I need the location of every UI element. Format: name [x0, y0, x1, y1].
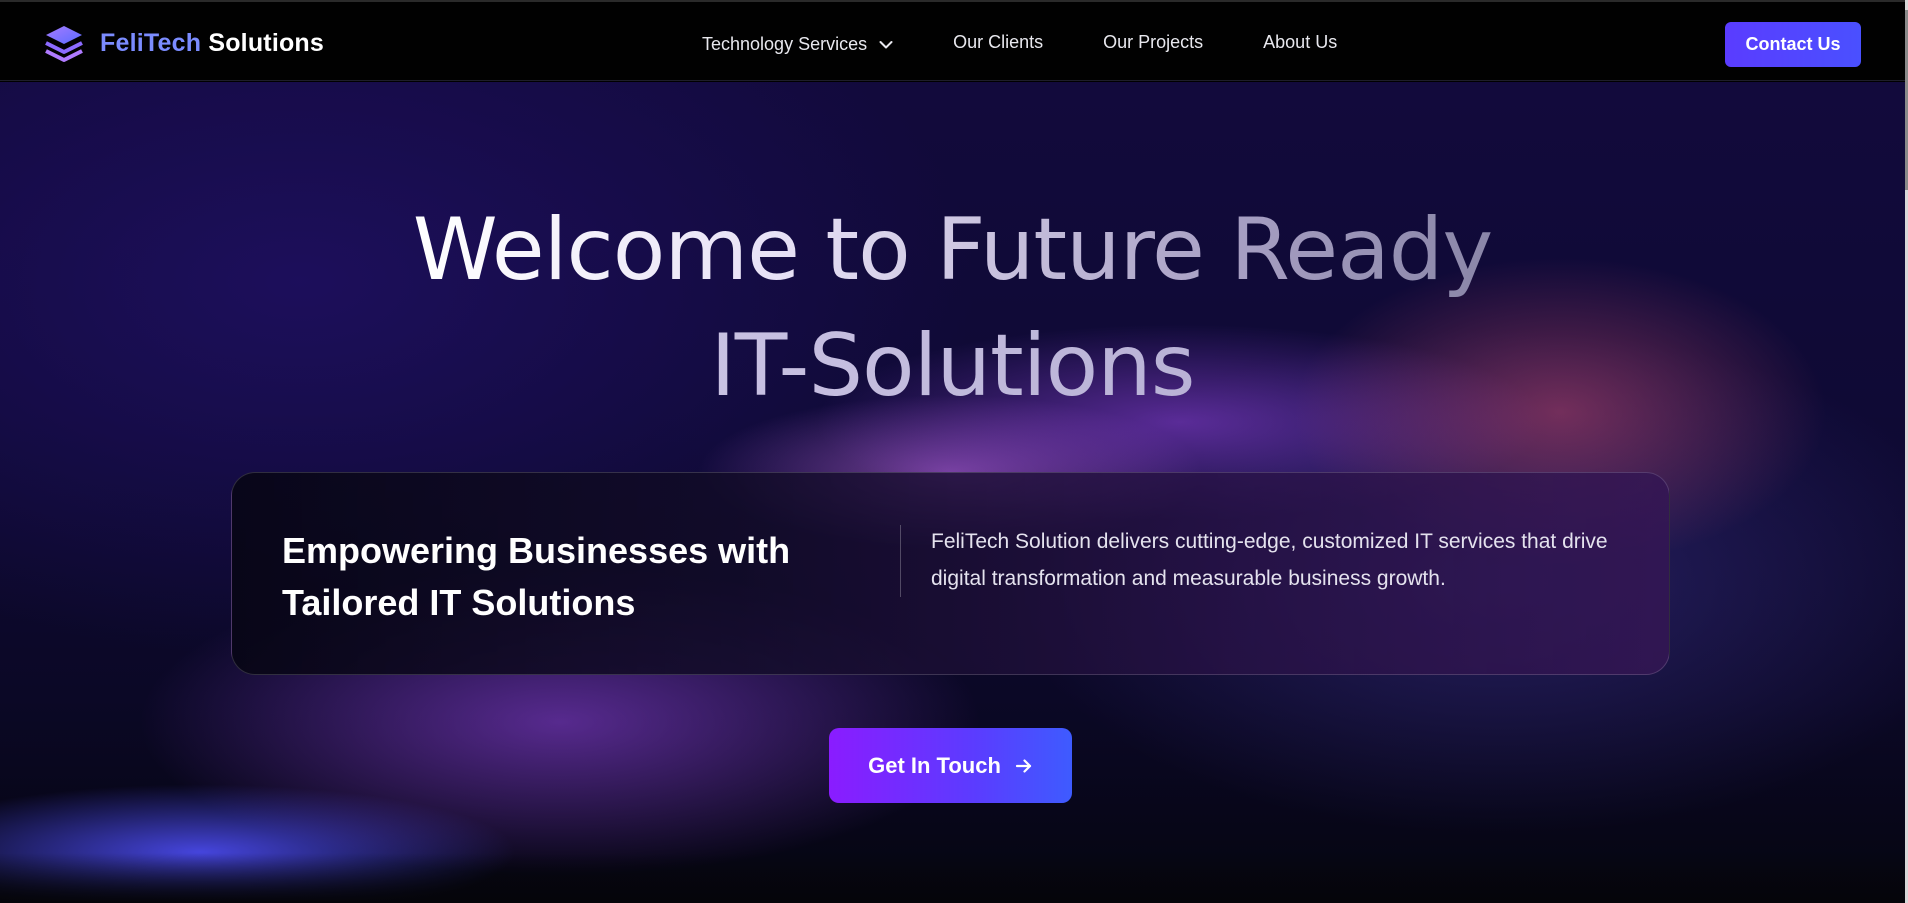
- viewport: FeliTech Solutions Technology Services O…: [0, 0, 1905, 903]
- nav-our-projects[interactable]: Our Projects: [1103, 32, 1203, 53]
- nav-technology-services-label: Technology Services: [702, 34, 868, 54]
- brand-name: FeliTech Solutions: [100, 29, 324, 58]
- nav-technology-services[interactable]: Technology Services: [702, 34, 893, 55]
- get-in-touch-label: Get In Touch: [868, 752, 1001, 778]
- get-in-touch-button[interactable]: Get In Touch: [829, 728, 1072, 803]
- hero-headline: Welcome to Future Ready IT-Solutions: [0, 192, 1905, 424]
- card-divider: [900, 525, 901, 597]
- page: FeliTech Solutions Technology Services O…: [0, 0, 1908, 903]
- hero-headline-line1: Welcome to Future Ready: [413, 192, 1494, 308]
- hero-section: Welcome to Future Ready IT-Solutions Emp…: [0, 82, 1905, 903]
- card-description: FeliTech Solution delivers cutting-edge,…: [931, 530, 1608, 590]
- contact-us-button[interactable]: Contact Us: [1725, 22, 1861, 67]
- nav-about-us[interactable]: About Us: [1263, 32, 1337, 53]
- hero-info-card: Empowering Businesses with Tailored IT S…: [231, 472, 1670, 675]
- hero-headline-line2: IT-Solutions: [710, 308, 1195, 424]
- brand-name-part1: FeliTech: [100, 28, 202, 57]
- card-title: Empowering Businesses with Tailored IT S…: [282, 530, 791, 623]
- main-nav: Technology Services Our Clients Our Proj…: [702, 30, 1337, 55]
- brand-name-part2: Solutions: [208, 28, 325, 57]
- layers-stack-icon: [45, 26, 83, 62]
- nav-our-clients[interactable]: Our Clients: [953, 32, 1043, 53]
- brand-home-link[interactable]: FeliTech Solutions: [44, 24, 324, 62]
- arrow-right-icon: [1015, 758, 1032, 773]
- navbar: FeliTech Solutions Technology Services O…: [0, 0, 1905, 81]
- chevron-down-icon: [879, 40, 893, 48]
